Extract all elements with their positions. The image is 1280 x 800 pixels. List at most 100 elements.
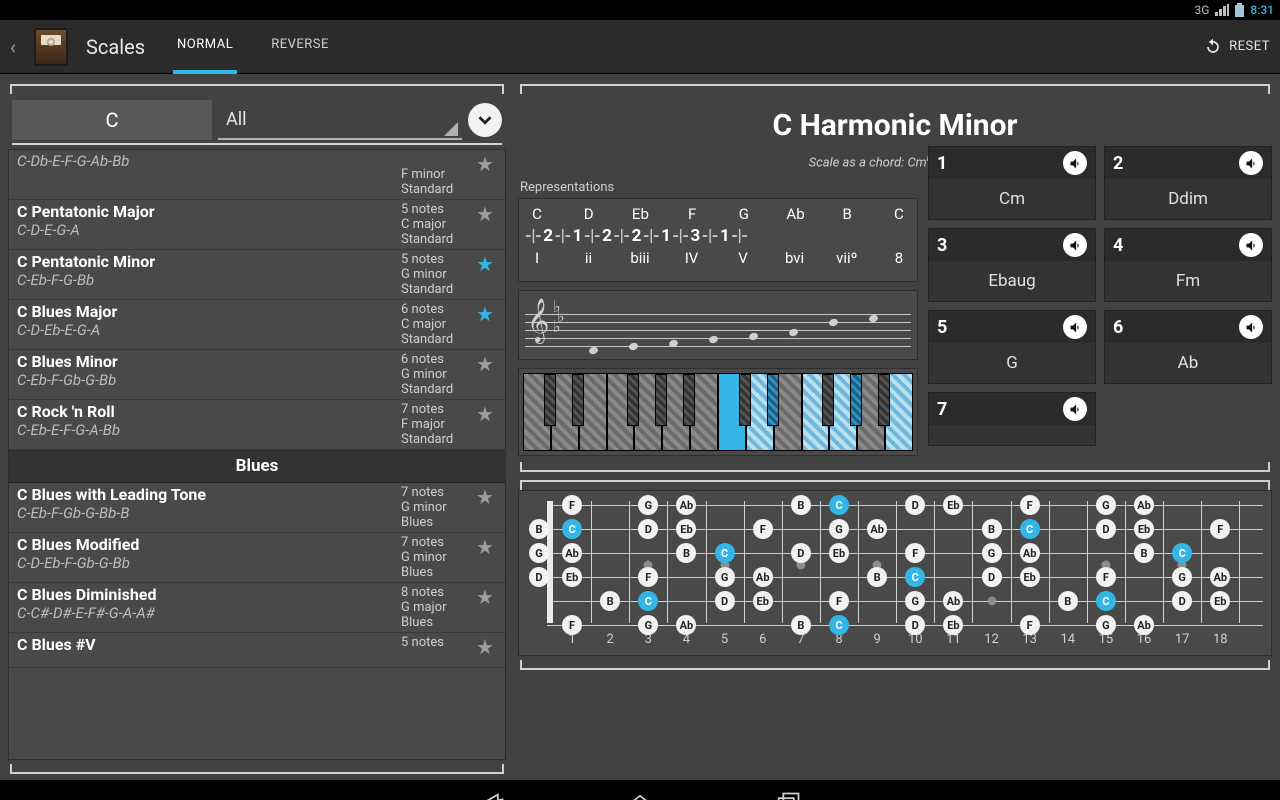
signal-icon (1215, 4, 1229, 16)
chord-card[interactable]: 6 Ab (1104, 310, 1272, 384)
star-icon[interactable]: ★ (473, 635, 497, 665)
chord-degree: 1 (937, 153, 947, 174)
scale-row[interactable]: C Blues MinorC-Eb-F-Gb-G-Bb 6 notesG min… (9, 350, 505, 400)
scale-meta: 5 notes (401, 635, 473, 665)
scale-meta: 7 notesG minorBlues (401, 485, 473, 530)
nav-recent-icon[interactable] (774, 790, 802, 800)
scale-list[interactable]: C-Db-E-F-G-Ab-Bb F minorStandard ★C Pent… (8, 149, 506, 760)
category-header: Blues (9, 450, 505, 483)
chord-degree: 4 (1113, 235, 1123, 256)
staff-panel[interactable]: 𝄞 ♭ ♭♭ (518, 290, 918, 360)
harmonization-col: Standard harmonization 1Cm2Ddim3Ebaug4Fm… (928, 178, 1272, 456)
android-statusbar: 3G 8:31 (0, 0, 1280, 20)
scale-name: C Blues with Leading Tone (17, 485, 401, 504)
fretboard-section: 123456789101112131415161718FGAbBCDEbFGAb… (518, 480, 1272, 670)
play-icon[interactable] (1239, 233, 1263, 257)
scale-row[interactable]: C Blues with Leading ToneC-Eb-F-Gb-G-Bb-… (9, 483, 505, 533)
page-title: Scales (86, 35, 145, 59)
scale-name: C Blues Major (17, 302, 401, 321)
play-icon[interactable] (1239, 315, 1263, 339)
scale-row[interactable]: C Blues ModifiedC-D-Eb-F-Gb-G-Bb 7 notes… (9, 533, 505, 583)
back-chevron-icon[interactable]: ‹ (10, 35, 16, 59)
play-icon[interactable] (1063, 315, 1087, 339)
chord-card[interactable]: 1 Cm (928, 146, 1096, 220)
app-icon[interactable] (34, 28, 68, 66)
harmonization-grid: 1 Cm2Ddim 3 Ebaug4Fm5G 6 Ab 7 (928, 146, 1272, 446)
play-icon[interactable] (1063, 233, 1087, 257)
left-pane: C All C-Db-E-F-G-Ab-Bb F minorStandard ★… (0, 74, 512, 780)
star-icon[interactable]: ★ (473, 535, 497, 580)
right-pane: C Harmonic Minor Scale as a chord: Cmmaj… (512, 74, 1280, 780)
interval-panel[interactable]: CDEbFGAbBC -|-2-|-1-|-2-|-2-|-1-|-3-|-1-… (518, 198, 918, 282)
representations-col: Representations CDEbFGAbBC -|-2-|-1-|-2-… (518, 178, 918, 456)
scale-row[interactable]: C Blues DiminishedC-C#-D#-E-F#-G-A-A# 8 … (9, 583, 505, 633)
scale-notes: C-D-Eb-F-Gb-G-Bb (17, 554, 401, 572)
battery-icon (1235, 3, 1244, 17)
middle-row: Representations CDEbFGAbBC -|-2-|-1-|-2-… (518, 178, 1272, 456)
fret-bracket-bottom (520, 660, 1270, 670)
star-icon[interactable]: ★ (473, 302, 497, 347)
scale-row[interactable]: C Rock 'n RollC-Eb-E-F-G-A-Bb 7 notesF m… (9, 400, 505, 450)
chord-degree: 3 (937, 235, 947, 256)
detail-bracket-bottom (520, 462, 1270, 472)
scale-meta: 8 notesG majorBlues (401, 585, 473, 630)
scale-row[interactable]: C Pentatonic MinorC-Eb-F-G-Bb 5 notesG m… (9, 250, 505, 300)
chord-name: Ebaug (929, 261, 1095, 301)
reset-button[interactable]: RESET (1203, 37, 1270, 57)
chord-name: G (929, 343, 1095, 383)
chord-degree: 7 (937, 399, 947, 420)
piano-panel[interactable] (518, 368, 918, 456)
root-selector[interactable]: C (12, 100, 212, 140)
scale-notes: C-C#-D#-E-F#-G-A-A# (17, 604, 401, 622)
chord-card[interactable]: 5G (928, 310, 1096, 384)
subtitle-pre: Scale as a chord: Cm (809, 155, 927, 170)
star-icon[interactable]: ★ (473, 585, 497, 630)
star-icon[interactable]: ★ (473, 402, 497, 447)
tab-normal[interactable]: NORMAL (173, 19, 237, 74)
star-icon[interactable]: ★ (473, 202, 497, 247)
fret-bracket-top (520, 480, 1270, 490)
scale-name: C Blues Modified (17, 535, 401, 554)
play-icon[interactable] (1239, 151, 1263, 175)
representations-label: Representations (520, 180, 918, 195)
fretboard: 123456789101112131415161718FGAbBCDEbFGAb… (527, 501, 1263, 651)
chord-name: Ab (1105, 343, 1271, 383)
scale-meta: F minorStandard (401, 152, 473, 197)
fretboard-panel[interactable]: 123456789101112131415161718FGAbBCDEbFGAb… (518, 490, 1272, 656)
scale-name: C Pentatonic Minor (17, 252, 401, 271)
scale-meta: 7 notesF majorStandard (401, 402, 473, 447)
scale-title: C Harmonic Minor (518, 108, 1272, 143)
play-icon[interactable] (1063, 397, 1087, 421)
scale-row[interactable]: C Blues #V 5 notes ★ (9, 633, 505, 668)
chord-name (929, 425, 1095, 445)
chord-degree: 2 (1113, 153, 1123, 174)
chord-card[interactable]: 3 Ebaug (928, 228, 1096, 302)
scale-notes-line: CDEbFGAbBC (525, 205, 911, 223)
scale-meta: 6 notesG minorStandard (401, 352, 473, 397)
scale-name: C Rock 'n Roll (17, 402, 401, 421)
nav-back-icon[interactable] (478, 790, 506, 800)
tab-reverse[interactable]: REVERSE (267, 19, 333, 74)
star-icon[interactable]: ★ (473, 152, 497, 197)
chord-card[interactable]: 4Fm (1104, 228, 1272, 302)
selector-underline (12, 143, 502, 145)
bracket-bottom (10, 764, 504, 774)
expand-button[interactable] (468, 103, 502, 137)
filter-selector[interactable]: All (218, 100, 462, 140)
scale-row[interactable]: C Pentatonic MajorC-D-E-G-A 5 notesC maj… (9, 200, 505, 250)
chord-name: Cm (929, 179, 1095, 219)
chord-card[interactable]: 2Ddim (1104, 146, 1272, 220)
star-icon[interactable]: ★ (473, 485, 497, 530)
scale-row[interactable]: C Blues MajorC-D-Eb-E-G-A 6 notesC major… (9, 300, 505, 350)
bracket-top (10, 84, 504, 94)
scale-row[interactable]: C-Db-E-F-G-Ab-Bb F minorStandard ★ (9, 150, 505, 200)
star-icon[interactable]: ★ (473, 352, 497, 397)
star-icon[interactable]: ★ (473, 252, 497, 297)
play-icon[interactable] (1063, 151, 1087, 175)
scale-name: C Pentatonic Major (17, 202, 401, 221)
chord-degree: 6 (1113, 317, 1123, 338)
work-area: C All C-Db-E-F-G-Ab-Bb F minorStandard ★… (0, 74, 1280, 780)
chord-card[interactable]: 7 (928, 392, 1096, 446)
scale-meta: 6 notesC majorStandard (401, 302, 473, 347)
nav-home-icon[interactable] (626, 790, 654, 800)
